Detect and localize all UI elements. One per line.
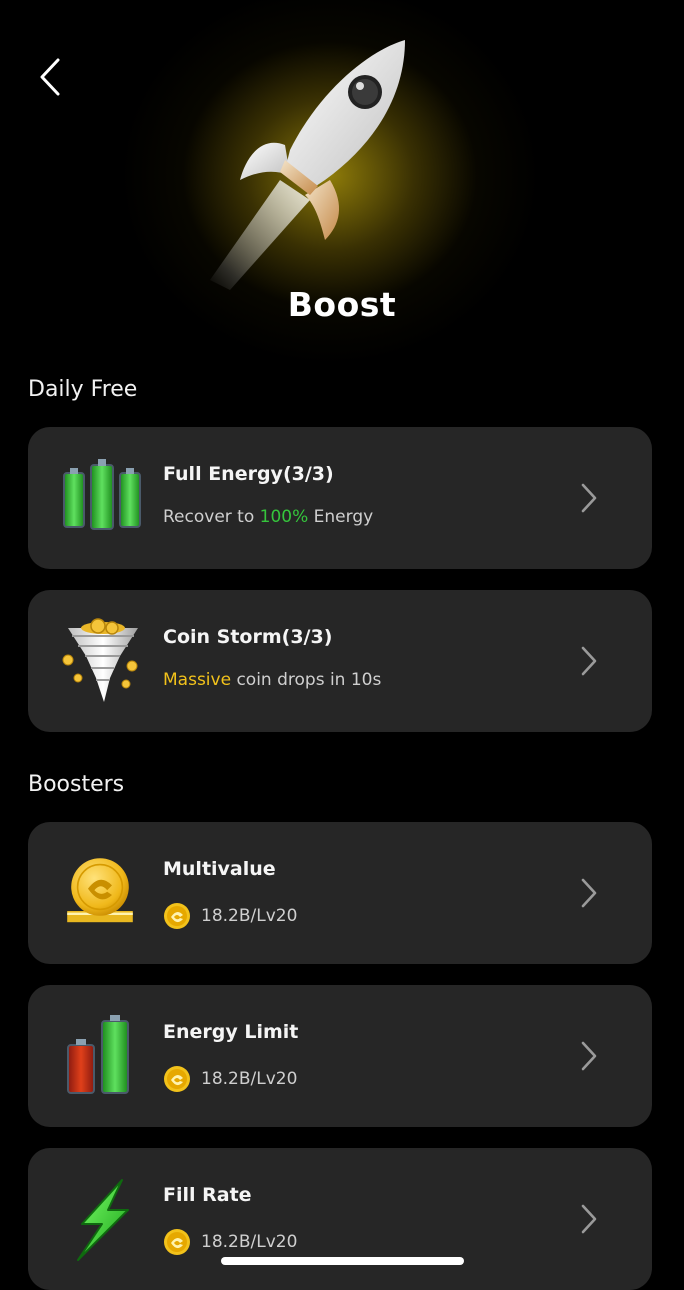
chevron-right-icon — [581, 1041, 597, 1071]
multivalue-card[interactable]: Multivalue 18.2B/Lv20 — [28, 822, 652, 964]
back-button[interactable] — [30, 55, 70, 99]
coin-icon — [164, 1066, 190, 1092]
card-title: Multivalue — [163, 858, 276, 880]
section-title-boosters: Boosters — [28, 772, 125, 797]
energy-limit-card[interactable]: Energy Limit 18.2B/Lv20 — [28, 985, 652, 1127]
gold-coin-icon — [67, 858, 133, 923]
full-energy-card[interactable]: Full Energy(3/3) Recover to 100% Energy — [28, 427, 652, 569]
section-title-daily-free: Daily Free — [28, 377, 138, 402]
lightning-icon — [77, 1179, 129, 1261]
coin-storm-card[interactable]: Coin Storm(3/3) Massive coin drops in 10… — [28, 590, 652, 732]
booster-cost: 18.2B/Lv20 — [163, 902, 297, 930]
chevron-left-icon — [40, 58, 60, 96]
card-description: Recover to 100% Energy — [163, 507, 373, 527]
desc-prefix: Recover to — [163, 507, 260, 527]
desc-suffix: coin drops in 10s — [231, 670, 382, 690]
desc-highlight: Massive — [163, 670, 232, 690]
tornado-coins-icon — [62, 618, 138, 702]
card-title: Coin Storm(3/3) — [163, 626, 333, 648]
card-title: Energy Limit — [163, 1021, 299, 1043]
booster-cost: 18.2B/Lv20 — [163, 1228, 297, 1256]
battery-icon — [63, 459, 141, 530]
chevron-right-icon — [581, 1204, 597, 1234]
coin-icon — [164, 1229, 190, 1255]
chevron-right-icon — [581, 646, 597, 676]
page-title: Boost — [287, 285, 397, 324]
card-description: Massive coin drops in 10s — [163, 670, 381, 690]
coin-icon — [164, 903, 190, 929]
cost-text: 18.2B/Lv20 — [201, 1232, 298, 1252]
booster-cost: 18.2B/Lv20 — [163, 1065, 297, 1093]
cost-text: 18.2B/Lv20 — [201, 1069, 298, 1089]
desc-suffix: Energy — [308, 507, 374, 527]
chevron-right-icon — [581, 878, 597, 908]
home-indicator[interactable] — [221, 1257, 464, 1265]
cost-text: 18.2B/Lv20 — [201, 906, 298, 926]
energy-bars-icon — [67, 1015, 129, 1094]
chevron-right-icon — [581, 483, 597, 513]
card-title: Fill Rate — [163, 1184, 252, 1206]
desc-highlight: 100% — [259, 507, 309, 527]
fill-rate-card[interactable]: Fill Rate 18.2B/Lv20 — [28, 1148, 652, 1290]
card-title: Full Energy(3/3) — [163, 463, 334, 485]
rocket-icon — [210, 40, 405, 290]
